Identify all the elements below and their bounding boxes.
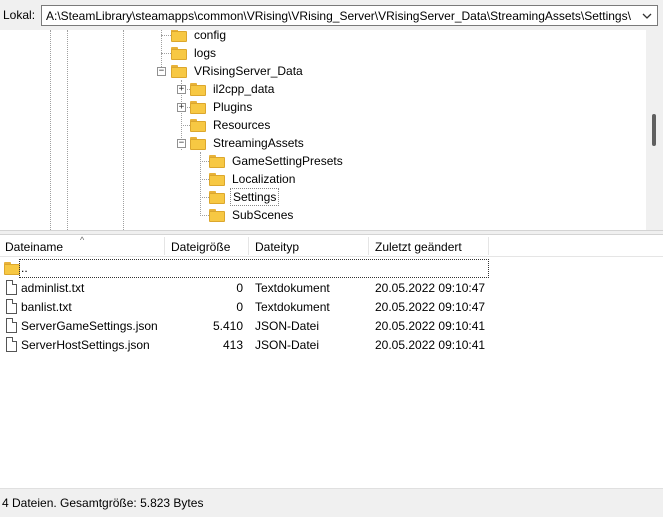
column-divider[interactable] — [248, 237, 249, 255]
folder-icon — [209, 154, 225, 168]
folder-icon — [190, 100, 206, 114]
file-type: JSON-Datei — [255, 338, 320, 352]
text-file-icon — [6, 280, 17, 295]
tree-item-il2cpp-data[interactable]: il2cpp_data — [190, 80, 276, 98]
tree-scrollbar[interactable] — [646, 30, 663, 230]
tree-connector — [200, 215, 209, 216]
json-file-icon — [6, 318, 17, 333]
table-row[interactable]: banlist.txt 0 Textdokument 20.05.2022 09… — [0, 298, 663, 317]
tree-item-label: Plugins — [213, 100, 253, 114]
tree-item-label: logs — [194, 46, 217, 60]
column-header-size[interactable]: Dateigröße — [171, 240, 230, 254]
tree-item-settings[interactable]: Settings — [209, 188, 280, 206]
column-header-modified[interactable]: Zuletzt geändert — [375, 240, 462, 254]
file-name: ServerGameSettings.json — [21, 319, 158, 333]
file-type: Textdokument — [255, 300, 330, 314]
tree-item-gamesettingpresets[interactable]: GameSettingPresets — [209, 152, 345, 170]
file-size: 0 — [236, 300, 243, 314]
tree-item-label: GameSettingPresets — [232, 154, 343, 168]
folder-icon — [190, 82, 206, 96]
tree-connector — [200, 197, 209, 198]
folder-open-icon — [190, 136, 206, 150]
tree-item-logs[interactable]: logs — [171, 44, 218, 62]
column-divider[interactable] — [164, 237, 165, 255]
file-list-header: ^ Dateiname Dateigröße Dateityp Zuletzt … — [0, 235, 663, 257]
file-type: Textdokument — [255, 281, 330, 295]
tree-connector — [161, 53, 171, 54]
file-name: ServerHostSettings.json — [21, 338, 150, 352]
file-modified: 20.05.2022 09:10:41 — [375, 319, 486, 333]
tree-guide-line — [67, 30, 68, 230]
focus-rectangle — [19, 259, 489, 278]
tree-item-localization[interactable]: Localization — [209, 170, 297, 188]
tree-guide-line — [50, 30, 51, 230]
local-path-input[interactable]: A:\SteamLibrary\steamapps\common\VRising… — [46, 9, 631, 23]
table-row[interactable]: ServerGameSettings.json 5.410 JSON-Datei… — [0, 317, 663, 336]
tree-guide-line — [161, 30, 162, 71]
folder-open-icon — [171, 64, 187, 78]
tree-item-label: Settings — [230, 188, 280, 206]
tree-item-label: SubScenes — [232, 208, 294, 222]
tree-item-plugins[interactable]: Plugins — [190, 98, 254, 116]
json-file-icon — [6, 337, 17, 352]
folder-icon — [4, 262, 20, 275]
folder-icon — [171, 30, 187, 42]
file-modified: 20.05.2022 09:10:41 — [375, 338, 486, 352]
tree-item-subscenes[interactable]: SubScenes — [209, 206, 295, 224]
chevron-down-icon[interactable] — [640, 9, 654, 23]
column-header-name[interactable]: Dateiname — [5, 240, 63, 254]
file-size: 413 — [222, 338, 243, 352]
directory-tree[interactable]: − + + − config logs VRisingServer_Data i… — [0, 30, 663, 230]
column-divider[interactable] — [488, 237, 489, 255]
local-path-bar: Lokal: A:\SteamLibrary\steamapps\common\… — [0, 0, 663, 30]
tree-scrollbar-thumb[interactable] — [652, 114, 656, 146]
column-divider[interactable] — [368, 237, 369, 255]
table-row[interactable]: adminlist.txt 0 Textdokument 20.05.2022 … — [0, 279, 663, 298]
tree-collapse-toggle[interactable]: − — [157, 67, 166, 76]
tree-item-config[interactable]: config — [171, 30, 228, 44]
tree-item-label: Localization — [232, 172, 296, 186]
tree-connector — [161, 35, 171, 36]
tree-expand-toggle[interactable]: + — [177, 103, 186, 112]
folder-icon — [209, 208, 225, 222]
tree-connector — [200, 179, 209, 180]
tree-expand-toggle[interactable]: + — [177, 85, 186, 94]
tree-guide-line — [123, 30, 124, 230]
file-modified: 20.05.2022 09:10:47 — [375, 281, 486, 295]
folder-icon — [209, 172, 225, 186]
file-modified: 20.05.2022 09:10:47 — [375, 300, 486, 314]
tree-item-label: config — [194, 30, 227, 42]
tree-item-resources[interactable]: Resources — [190, 116, 272, 134]
tree-item-streamingassets[interactable]: StreamingAssets — [190, 134, 306, 152]
tree-collapse-toggle[interactable]: − — [177, 139, 186, 148]
tree-connector — [181, 125, 190, 126]
column-header-type[interactable]: Dateityp — [255, 240, 299, 254]
tree-item-label: StreamingAssets — [213, 136, 304, 150]
file-name: banlist.txt — [21, 300, 72, 314]
status-bar: 4 Dateien. Gesamtgröße: 5.823 Bytes — [0, 488, 663, 517]
sort-ascending-icon: ^ — [80, 235, 85, 245]
file-type: JSON-Datei — [255, 319, 320, 333]
table-row[interactable]: ServerHostSettings.json 413 JSON-Datei 2… — [0, 336, 663, 355]
tree-item-vrisingserver-data[interactable]: VRisingServer_Data — [171, 62, 305, 80]
folder-icon — [209, 190, 225, 204]
tree-item-label: VRisingServer_Data — [194, 64, 303, 78]
file-name: adminlist.txt — [21, 281, 85, 295]
local-path-combobox[interactable]: A:\SteamLibrary\steamapps\common\VRising… — [41, 5, 658, 26]
folder-icon — [171, 46, 187, 60]
file-size: 0 — [236, 281, 243, 295]
local-path-label: Lokal: — [3, 8, 36, 22]
tree-connector — [200, 161, 209, 162]
status-text: 4 Dateien. Gesamtgröße: 5.823 Bytes — [2, 496, 204, 510]
tree-item-label: Resources — [213, 118, 271, 132]
text-file-icon — [6, 299, 17, 314]
tree-item-label: il2cpp_data — [213, 82, 275, 96]
folder-icon — [190, 118, 206, 132]
file-list[interactable]: ^ Dateiname Dateigröße Dateityp Zuletzt … — [0, 235, 663, 488]
file-size: 5.410 — [212, 319, 243, 333]
